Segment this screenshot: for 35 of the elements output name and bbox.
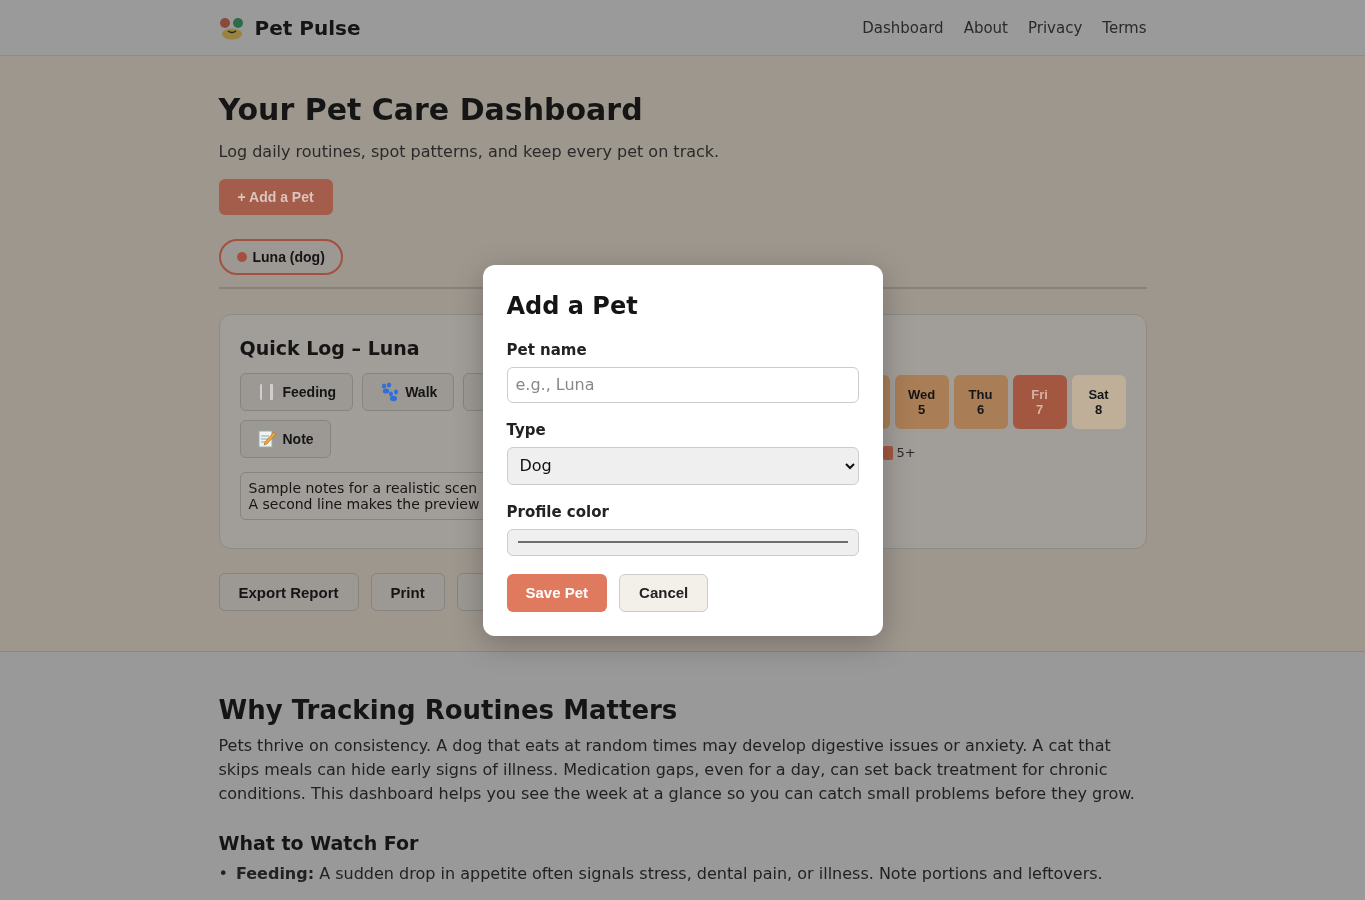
action-button[interactable]: Export Report: [218, 573, 359, 611]
legend-label: 5+: [896, 445, 916, 460]
list-item: Feeding: A sudden drop in appetite often signals stress, dental pain, or illness. Note portions and leftovers.: [235, 863, 1103, 885]
brand-name: Pet Pulse: [254, 15, 361, 40]
nav-link[interactable]: Dashboard: [862, 18, 944, 37]
list-bullet: •: [218, 863, 228, 885]
modal-title: Add a Pet: [506, 290, 639, 322]
day-tile: Thu 6: [953, 375, 1008, 429]
field-label: Pet name: [506, 340, 588, 359]
day-tile: Sat 8: [1071, 375, 1126, 429]
section-title: Why Tracking Routines Matters: [218, 694, 679, 726]
day-tile: Wed 5: [894, 375, 949, 429]
color-picker[interactable]: [506, 528, 859, 556]
type-select[interactable]: Dog: [506, 446, 859, 485]
nav-link[interactable]: About: [963, 18, 1008, 37]
page-title: Your Pet Care Dashboard: [218, 92, 644, 128]
nav-link[interactable]: Privacy: [1028, 18, 1083, 37]
page-subtitle: Log daily routines, spot patterns, and keep every pet on track.: [218, 142, 721, 161]
name-field[interactable]: e.g., Luna: [506, 366, 859, 403]
section-subtitle: What to Watch For: [218, 832, 420, 854]
action-button[interactable]: Print: [370, 573, 445, 611]
log-button[interactable]: Feeding: [239, 373, 354, 411]
log-button[interactable]: Walk: [362, 373, 455, 411]
day-tile: Fri 7: [1012, 375, 1067, 429]
pet-chip[interactable]: Luna (dog): [218, 239, 343, 275]
paw-logo-icon: [218, 15, 245, 40]
nav-link[interactable]: Terms: [1102, 18, 1147, 37]
memo-icon: [256, 429, 277, 449]
log-button[interactable]: Note: [239, 420, 331, 458]
cancel-button[interactable]: Cancel: [619, 573, 709, 612]
field-label: Profile color: [506, 502, 610, 521]
section-paragraph: Pets thrive on consistency. A dog that eats at random times may develop digestive issues or anxiety. A cat that skips meals can hide early signs of illness. Medication gaps, even for a day, can set back treatment for chronic conditions. This dashboard helps you see the week at a glance so you can catch small problems before they grow.: [218, 735, 1136, 805]
paw-icon: [379, 382, 400, 402]
field-label: Type: [506, 420, 547, 439]
card-title: Quick Log – Luna: [239, 337, 420, 359]
